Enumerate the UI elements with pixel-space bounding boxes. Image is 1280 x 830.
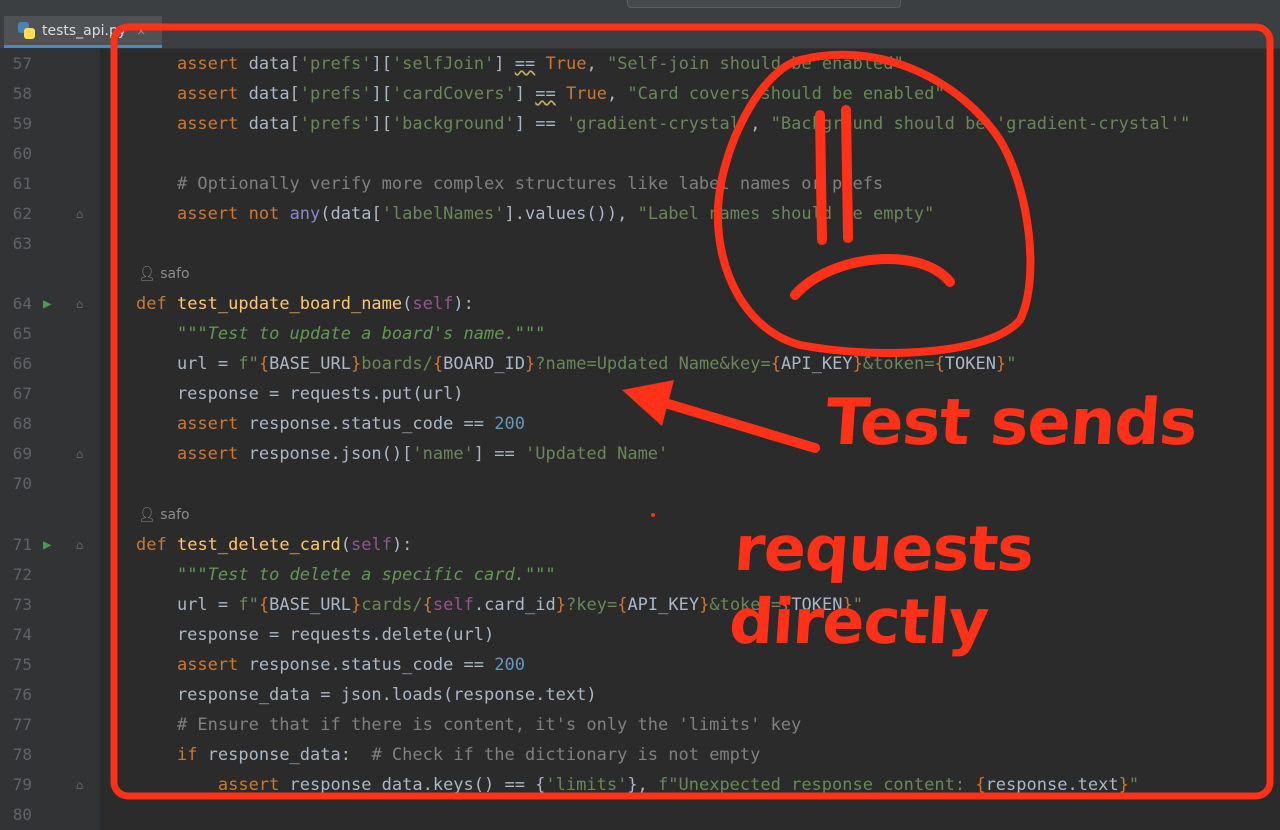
annotation-title: Test sends (823, 386, 1200, 460)
fold-marker-icon[interactable]: ⌂ (76, 439, 83, 469)
code-text[interactable]: """Test to delete a specific card.""" (136, 560, 556, 590)
line-number: 76 (12, 685, 32, 704)
line-number: 78 (12, 745, 32, 764)
line-number: 75 (12, 655, 32, 674)
line-number: 58 (12, 84, 32, 103)
line-number: 64 (12, 294, 32, 313)
code-line[interactable]: 66 url = f"{BASE_URL}boards/{BOARD_ID}?n… (0, 349, 1280, 379)
fold-marker-icon[interactable]: ⌂ (76, 199, 83, 229)
code-text[interactable]: url = f"{BASE_URL}boards/{BOARD_ID}?name… (136, 349, 1017, 379)
author-hint-row: 👤︎ safo (0, 259, 1280, 289)
close-tab-icon[interactable]: × (136, 24, 146, 38)
code-text[interactable]: response_data = json.loads(response.text… (136, 680, 597, 710)
code-line[interactable]: 79 ⌂ assert response_data.keys() == {'li… (0, 770, 1280, 800)
line-number: 67 (12, 384, 32, 403)
line-number: 65 (12, 324, 32, 343)
line-number: 70 (12, 474, 32, 493)
line-number: 79 (12, 775, 32, 794)
title-bar (0, 0, 1280, 8)
editor-tab-bar: tests_api.py × (0, 8, 1280, 49)
line-number: 59 (12, 114, 32, 133)
code-text[interactable]: assert response.status_code == 200 (136, 409, 525, 439)
author-hint[interactable]: 👤︎ safo (138, 259, 190, 289)
python-file-icon (18, 21, 36, 40)
code-text[interactable]: assert response_data.keys() == {'limits'… (136, 770, 1139, 800)
code-text[interactable]: # Optionally verify more complex structu… (136, 169, 883, 199)
line-number: 60 (12, 144, 32, 163)
line-number: 69 (12, 444, 32, 463)
code-text[interactable]: assert data['prefs']['cardCovers'] == Tr… (136, 79, 945, 109)
code-text[interactable]: assert response.json()['name'] == 'Updat… (136, 439, 668, 469)
fold-marker-icon[interactable]: ⌂ (76, 289, 83, 319)
tab-tests-api[interactable]: tests_api.py × (4, 16, 162, 48)
code-text[interactable]: assert not any(data['labelNames'].values… (136, 199, 934, 229)
line-number: 57 (12, 54, 32, 73)
code-text[interactable]: # Ensure that if there is content, it's … (136, 710, 801, 740)
code-line[interactable]: 80 (0, 800, 1280, 830)
line-number: 80 (12, 805, 32, 824)
code-line[interactable]: 59 assert data['prefs']['background'] ==… (0, 109, 1280, 139)
code-line[interactable]: 76 response_data = json.loads(response.t… (0, 680, 1280, 710)
code-line[interactable]: 57 assert data['prefs']['selfJoin'] == T… (0, 49, 1280, 79)
line-number: 72 (12, 565, 32, 584)
code-line[interactable]: 70 (0, 469, 1280, 499)
code-text[interactable]: if response_data: # Check if the diction… (136, 740, 760, 770)
line-number: 74 (12, 625, 32, 644)
code-line[interactable]: 78 if response_data: # Check if the dict… (0, 740, 1280, 770)
fold-marker-icon[interactable]: ⌂ (76, 770, 83, 800)
run-test-icon[interactable]: ▶ (43, 530, 51, 560)
person-icon: 👤︎ (138, 266, 156, 282)
tab-filename: tests_api.py (42, 22, 127, 39)
person-icon: 👤︎ (138, 507, 156, 523)
code-text[interactable]: assert data['prefs']['background'] == 'g… (136, 109, 1190, 139)
code-line[interactable]: 62 ⌂ assert not any(data['labelNames'].v… (0, 199, 1280, 229)
code-text[interactable]: """Test to update a board's name.""" (136, 319, 545, 349)
code-line[interactable]: 63 (0, 229, 1280, 259)
fold-marker-icon[interactable]: ⌂ (76, 530, 83, 560)
run-test-icon[interactable]: ▶ (43, 289, 51, 319)
code-line[interactable]: 65 """Test to update a board's name.""" (0, 319, 1280, 349)
line-number: 62 (12, 204, 32, 223)
code-line[interactable]: 60 (0, 139, 1280, 169)
line-number: 71 (12, 535, 32, 554)
author-hint[interactable]: 👤︎ safo (138, 500, 190, 530)
code-text[interactable]: def test_update_board_name(self): (136, 289, 474, 319)
code-text[interactable]: response = requests.delete(url) (136, 620, 494, 650)
code-text[interactable]: assert data['prefs']['selfJoin'] == True… (136, 49, 904, 79)
line-number: 73 (12, 595, 32, 614)
code-line[interactable]: 61 # Optionally verify more complex stru… (0, 169, 1280, 199)
code-line[interactable]: 77 # Ensure that if there is content, it… (0, 710, 1280, 740)
line-number: 63 (12, 234, 32, 253)
code-text[interactable]: assert response.status_code == 200 (136, 650, 525, 680)
code-text[interactable]: response = requests.put(url) (136, 379, 464, 409)
line-number: 77 (12, 715, 32, 734)
code-line[interactable]: 58 assert data['prefs']['cardCovers'] ==… (0, 79, 1280, 109)
run-config-selector[interactable] (627, 0, 901, 8)
code-text[interactable]: def test_delete_card(self): (136, 530, 412, 560)
line-number: 68 (12, 414, 32, 433)
line-number: 66 (12, 354, 32, 373)
line-number: 61 (12, 174, 32, 193)
annotation-subtitle: requests directly (726, 512, 1036, 658)
code-line[interactable]: 64 ▶ ⌂ def test_update_board_name(self): (0, 289, 1280, 319)
